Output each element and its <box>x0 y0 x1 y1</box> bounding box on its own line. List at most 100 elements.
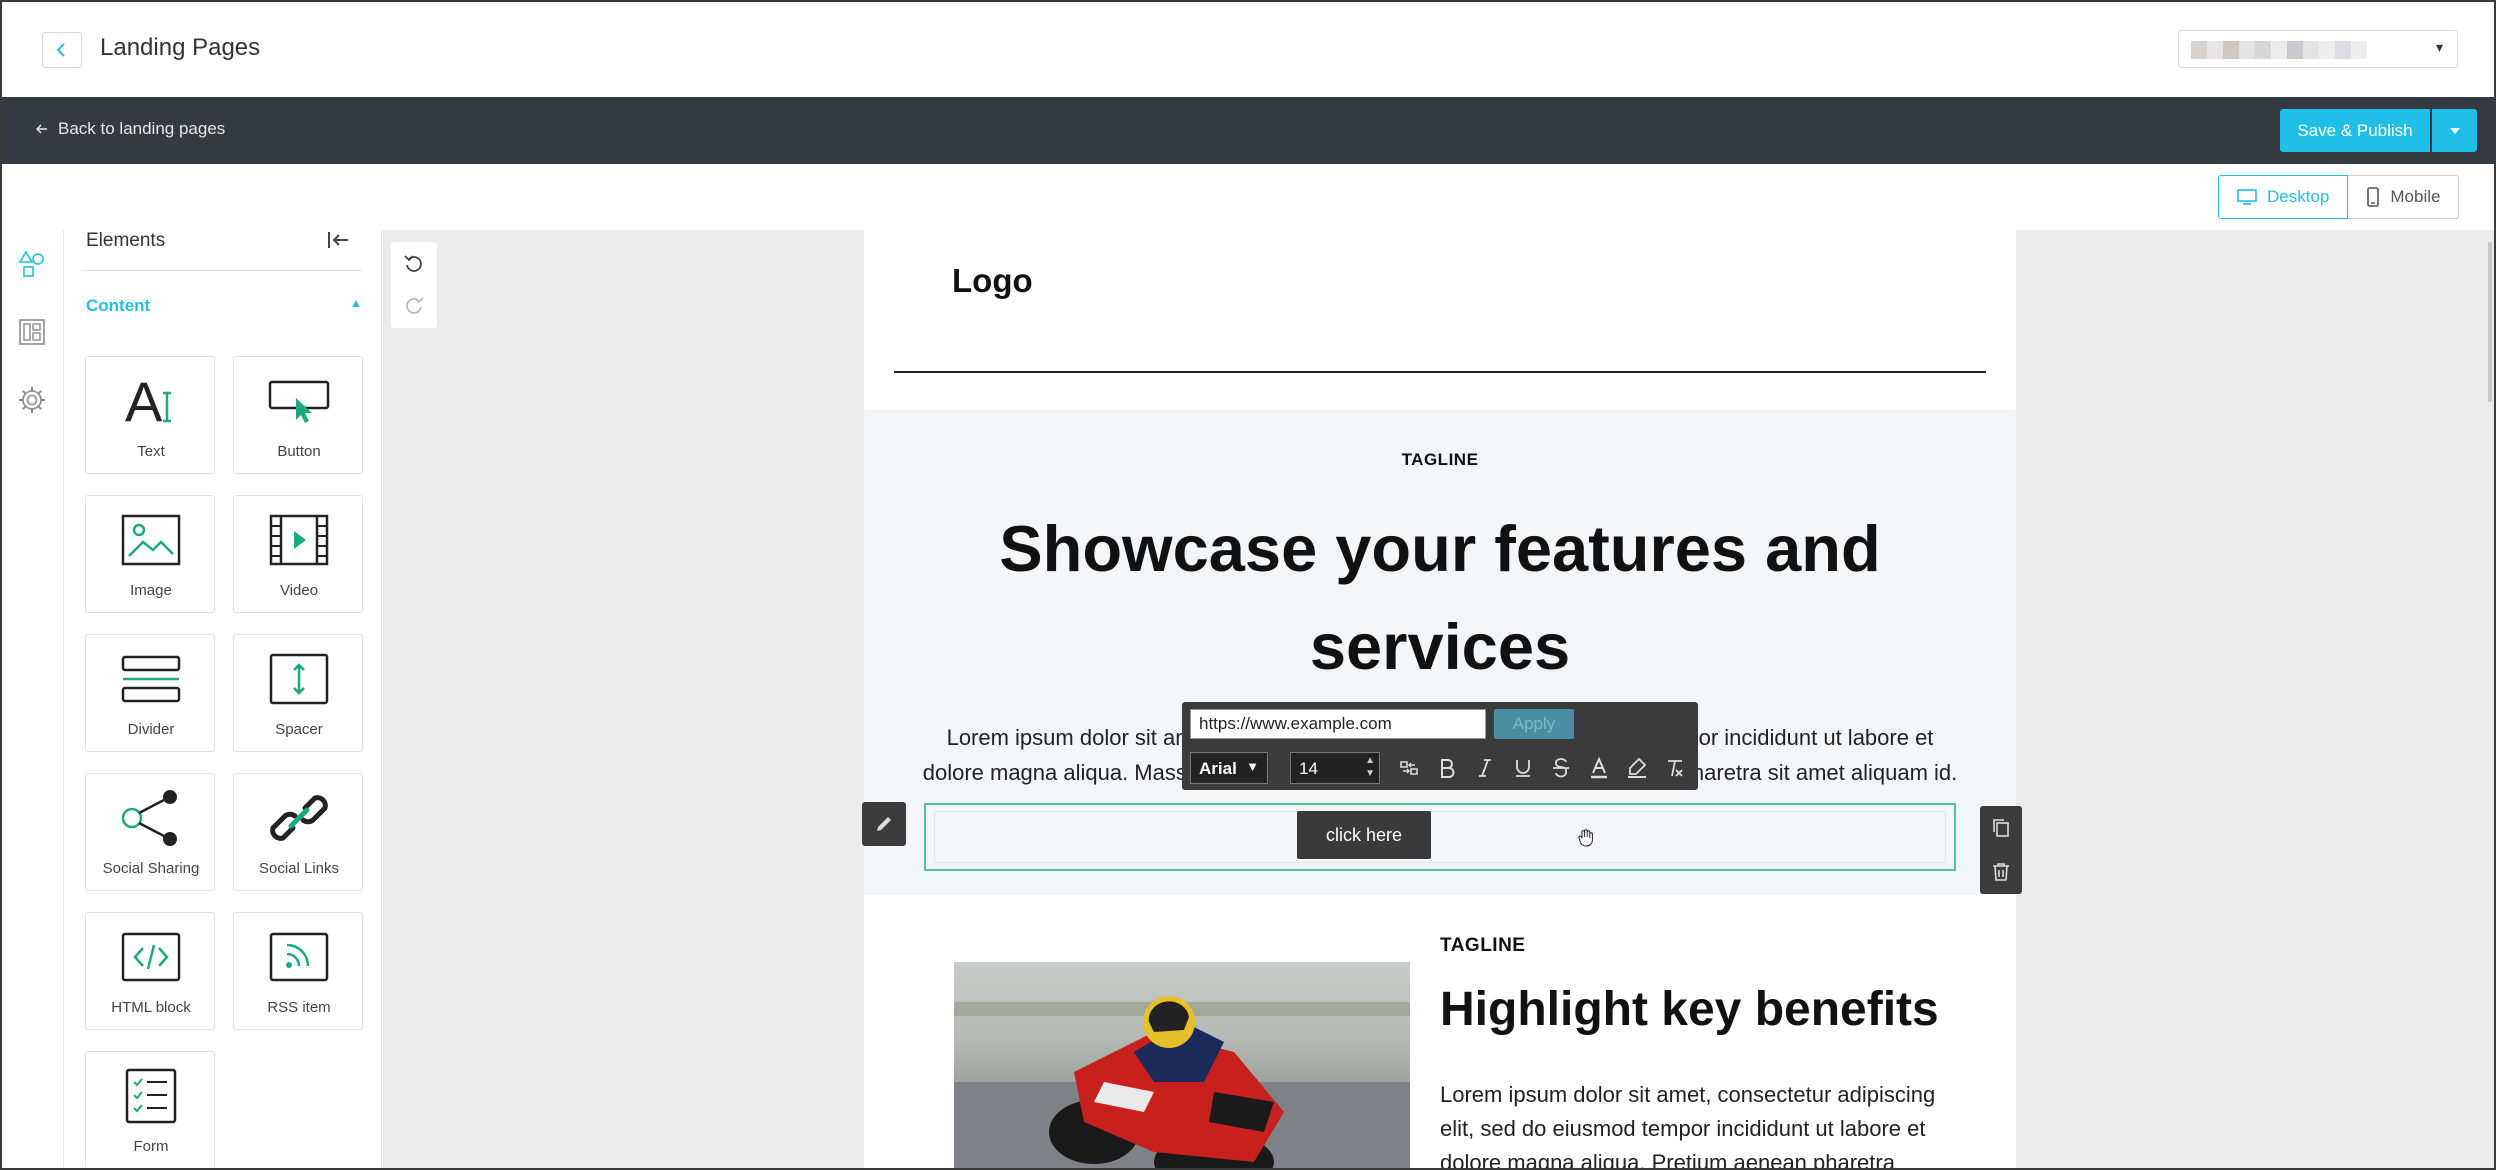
page-logo[interactable]: Logo <box>952 262 1033 300</box>
mobile-label: Mobile <box>2390 187 2441 206</box>
font-family-value: Arial <box>1199 759 1237 778</box>
section2-heading[interactable]: Highlight key benefits <box>1440 982 1939 1037</box>
desktop-icon <box>2237 189 2257 205</box>
link-break-icon[interactable] <box>1394 754 1424 782</box>
layout-icon[interactable] <box>16 316 48 348</box>
video-icon <box>234 510 364 570</box>
tile-label: Button <box>277 443 321 460</box>
trash-icon[interactable] <box>1990 861 2012 883</box>
elements-panel: Elements Content ▲ A Text Button Image V… <box>64 230 382 1168</box>
collapse-panel-icon[interactable] <box>326 230 356 254</box>
font-size-value: 14 <box>1299 759 1318 778</box>
element-tile-video[interactable]: Video <box>233 495 363 613</box>
clear-format-icon[interactable] <box>1660 754 1690 782</box>
section2-body-text[interactable]: Lorem ipsum dolor sit amet, consectetur … <box>1440 1078 1960 1168</box>
tile-label: Social Sharing <box>102 860 200 877</box>
text-color-icon[interactable] <box>1584 754 1614 782</box>
elements-panel-title: Elements <box>86 230 166 251</box>
back-button[interactable] <box>42 32 82 68</box>
top-header: Landing Pages ▾ <box>2 2 2494 97</box>
hero-tagline[interactable]: TAGLINE <box>864 450 2016 470</box>
caret-up-icon[interactable]: ▲ <box>350 296 362 310</box>
caret-down-icon: ▼ <box>1246 759 1259 774</box>
tile-label: HTML block <box>111 999 191 1016</box>
arrow-left-icon <box>36 124 47 134</box>
stepper-icon[interactable]: ▲ ▼ <box>1365 754 1375 780</box>
tile-label: Social Links <box>258 860 340 877</box>
element-tile-divider[interactable]: Divider <box>85 634 215 752</box>
italic-icon[interactable] <box>1470 754 1500 782</box>
back-to-landing-pages-link[interactable]: Back to landing pages <box>36 119 225 139</box>
hero-heading[interactable]: Showcase your features and services <box>864 500 2016 696</box>
edit-block-button[interactable] <box>862 802 906 846</box>
panel-divider <box>82 270 362 271</box>
element-tile-form[interactable]: Form <box>85 1051 216 1168</box>
duplicate-icon[interactable] <box>1990 817 2012 839</box>
mobile-icon <box>2367 187 2380 207</box>
underline-icon[interactable] <box>1508 754 1538 782</box>
share-icon <box>86 788 216 848</box>
tile-label: Divider <box>127 721 175 738</box>
section2-tagline[interactable]: TAGLINE <box>1440 935 1525 957</box>
element-tile-image[interactable]: Image <box>85 495 215 613</box>
desktop-label: Desktop <box>2267 187 2330 206</box>
highlight-icon[interactable] <box>1622 754 1652 782</box>
element-tile-spacer[interactable]: Spacer <box>233 634 363 752</box>
cta-button[interactable]: click here <box>1297 811 1431 859</box>
desktop-view-button[interactable]: Desktop <box>2218 175 2349 219</box>
motorcycle-image[interactable] <box>954 962 1410 1168</box>
selected-button-block[interactable] <box>924 803 1956 871</box>
font-size-input[interactable]: 14 ▲ ▼ <box>1290 752 1380 784</box>
app-window: Landing Pages ▾ Back to landing pages Sa… <box>0 0 2496 1170</box>
element-tile-social-links[interactable]: Social Links <box>233 773 363 891</box>
redo-icon[interactable] <box>402 294 426 318</box>
hand-cursor-icon <box>1576 828 1596 848</box>
header-divider <box>894 371 1986 373</box>
element-tile-button[interactable]: Button <box>233 356 363 474</box>
shapes-icon[interactable] <box>16 248 48 280</box>
canvas-scrollbar[interactable] <box>2488 242 2492 402</box>
undo-icon[interactable] <box>402 252 426 276</box>
element-tile-text[interactable]: A Text <box>85 356 215 474</box>
pencil-icon <box>877 817 891 831</box>
caret-down-icon <box>2449 127 2460 134</box>
mobile-view-button[interactable]: Mobile <box>2348 175 2460 219</box>
content-section-toggle[interactable]: Content <box>86 296 150 316</box>
text-icon: A <box>86 371 216 431</box>
left-rail <box>2 230 64 1168</box>
settings-icon[interactable] <box>16 384 48 416</box>
button-icon <box>234 371 364 431</box>
link-icon <box>234 788 364 848</box>
tile-label: Text <box>137 443 165 460</box>
editor-toolbar: Back to landing pages Save & Publish <box>2 97 2494 164</box>
page-title: Landing Pages <box>100 34 261 61</box>
block-actions <box>1980 806 2022 894</box>
svg-text:A: A <box>125 373 163 429</box>
device-toggle-row: Desktop Mobile <box>2 164 2494 230</box>
spacer-icon <box>234 649 364 709</box>
form-icon <box>86 1066 216 1126</box>
tile-label: Spacer <box>275 721 323 738</box>
save-publish-button[interactable]: Save & Publish <box>2280 109 2430 152</box>
element-tile-social-sharing[interactable]: Social Sharing <box>85 773 215 891</box>
code-icon <box>86 927 216 987</box>
font-family-select[interactable]: Arial ▼ <box>1190 752 1268 784</box>
chevron-left-icon <box>56 43 65 57</box>
element-tile-rss-item[interactable]: RSS item <box>233 912 363 1030</box>
apply-link-button[interactable]: Apply <box>1494 709 1574 739</box>
account-select[interactable]: ▾ <box>2178 30 2458 68</box>
blurred-account-name <box>2191 41 2367 59</box>
tile-label: Video <box>279 582 319 599</box>
publish-options-button[interactable] <box>2432 109 2477 152</box>
chevron-down-icon: ▾ <box>2435 39 2443 55</box>
text-format-toolbar: Apply Arial ▼ 14 ▲▼ <box>1182 702 1698 790</box>
element-tile-html-block[interactable]: HTML block <box>85 912 215 1030</box>
history-controls <box>391 242 437 328</box>
back-link-label: Back to landing pages <box>58 119 226 138</box>
link-url-input[interactable] <box>1190 709 1486 739</box>
rss-icon <box>234 927 364 987</box>
strikethrough-icon[interactable] <box>1546 754 1576 782</box>
hero-section[interactable]: TAGLINE Showcase your features and servi… <box>864 410 2016 895</box>
landing-page-preview: Logo TAGLINE Showcase your features and … <box>864 230 2016 1168</box>
bold-icon[interactable] <box>1432 754 1462 782</box>
